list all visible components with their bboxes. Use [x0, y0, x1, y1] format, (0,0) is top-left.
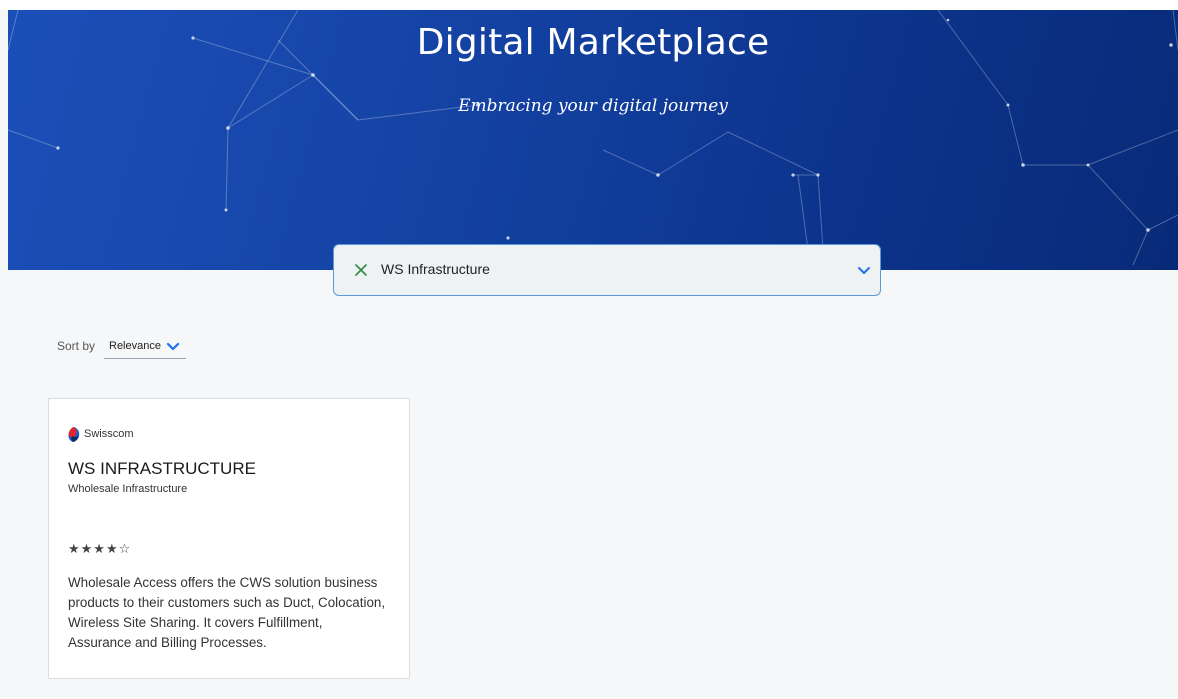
- product-description: Wholesale Access offers the CWS solution…: [68, 575, 386, 650]
- sort-selected-value: Relevance: [109, 340, 161, 352]
- top-strip: [0, 0, 1178, 10]
- hero-banner: Digital Marketplace Embracing your digit…: [8, 10, 1178, 270]
- close-icon[interactable]: [352, 261, 370, 279]
- page-title: Digital Marketplace: [416, 22, 770, 63]
- product-title: WS INFRASTRUCTURE: [68, 459, 256, 478]
- category-filter-select[interactable]: WS Infrastructure: [333, 244, 881, 296]
- sort-by-label: Sort by: [57, 339, 96, 353]
- product-card[interactable]: Swisscom WS INFRASTRUCTURE Wholesale Inf…: [48, 398, 410, 679]
- filter-selected-value: WS Infrastructure: [381, 261, 490, 277]
- page: Digital Marketplace Embracing your digit…: [0, 0, 1178, 699]
- swisscom-logo-icon: [68, 427, 80, 442]
- sort-dropdown[interactable]: Relevance: [104, 337, 186, 359]
- chevron-down-icon[interactable]: [856, 263, 872, 279]
- chevron-down-icon: [166, 342, 180, 351]
- page-subtitle: Embracing your digital journey: [458, 96, 728, 116]
- product-subtitle: Wholesale Infrastructure: [68, 483, 188, 495]
- provider-name: Swisscom: [84, 428, 134, 440]
- star-rating: ★★★★☆: [68, 542, 132, 557]
